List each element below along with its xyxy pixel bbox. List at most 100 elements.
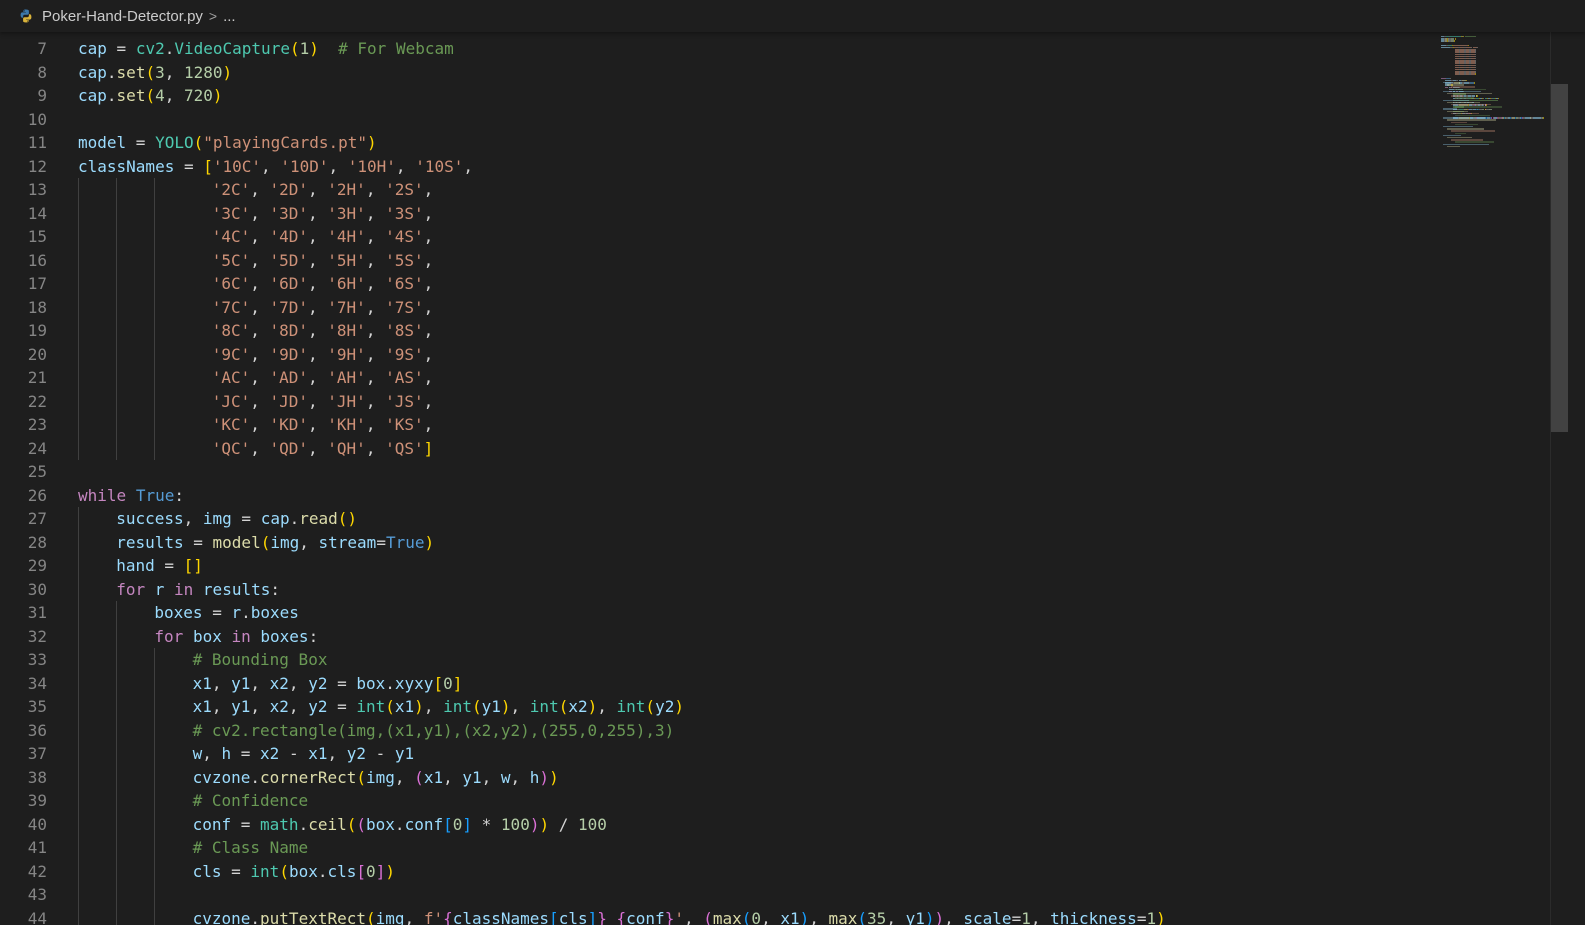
- code-line[interactable]: 15 '4C', '4D', '4H', '4S',: [0, 225, 1450, 249]
- code-line[interactable]: 38 cvzone.cornerRect(img, (x1, y1, w, h)): [0, 765, 1450, 789]
- code-line[interactable]: 26 while True:: [0, 484, 1450, 508]
- code-line[interactable]: 34 x1, y1, x2, y2 = box.xyxy[0]: [0, 671, 1450, 695]
- breadcrumb-file[interactable]: Poker-Hand-Detector.py: [42, 8, 203, 25]
- line-number: 37: [27, 744, 47, 763]
- code-token: (: [741, 908, 752, 925]
- code-line[interactable]: 10: [0, 108, 1450, 132]
- code-token: (): [337, 509, 358, 528]
- minimap-line: [1473, 82, 1475, 84]
- code-token: []: [183, 556, 203, 575]
- indent-guide: [78, 272, 79, 296]
- code-text: results = model(img, stream=True): [116, 531, 434, 555]
- code-token: boxes: [260, 626, 309, 646]
- line-number: 34: [27, 673, 47, 693]
- code-line[interactable]: 35 x1, y1, x2, y2 = int(x1), int(y1), int…: [0, 695, 1450, 719]
- code-token: 'AD': [269, 368, 309, 387]
- code-line[interactable]: 24 'QC', 'QD', 'QH', 'QS']: [0, 436, 1450, 460]
- indent-guide: [116, 436, 118, 460]
- code-line[interactable]: 39 # Confidence: [0, 789, 1450, 813]
- code-token: ,: [365, 227, 386, 246]
- code-token: img: [270, 532, 300, 552]
- code-token: VideoCapture: [174, 39, 290, 58]
- code-line[interactable]: 25: [0, 460, 1450, 484]
- code-line[interactable]: 43: [0, 883, 1450, 907]
- code-token: (: [703, 908, 713, 925]
- code-text: '9C', '9D', '9H', '9S',: [212, 343, 434, 367]
- code-token: =: [174, 156, 204, 176]
- code-line[interactable]: 20 '9C', '9D', '9H', '9S',: [0, 342, 1450, 367]
- code-token: ,: [250, 415, 270, 434]
- minimap[interactable]: [1435, 32, 1550, 925]
- code-line[interactable]: 27 success, img = cap.read(): [0, 507, 1450, 531]
- line-number: 43: [27, 885, 47, 904]
- code-token: cv2: [135, 39, 165, 58]
- minimap-line: [1489, 108, 1492, 110]
- indent-guide: [78, 342, 79, 366]
- code-token: =: [231, 744, 261, 763]
- code-line[interactable]: 8 cap.set(3, 1280): [0, 61, 1450, 85]
- code-token: (: [145, 86, 156, 105]
- code-token: 100: [500, 814, 530, 834]
- code-line[interactable]: 37 w, h = x2 - x1, y2 - y1: [0, 742, 1450, 766]
- code-token: [: [203, 156, 213, 176]
- code-line[interactable]: 33 # Bounding Box: [0, 648, 1450, 672]
- code-line[interactable]: 41 # Class Name: [0, 836, 1450, 860]
- code-line[interactable]: 12 classNames = ['10C', '10D', '10H', '10…: [0, 155, 1450, 179]
- code-line[interactable]: 17 '6C', '6D', '6H', '6S',: [0, 272, 1450, 296]
- code-line[interactable]: 36 # cv2.rectangle(img,(x1,y1),(x2,y2),(2…: [0, 718, 1450, 742]
- code-token: box: [356, 673, 386, 693]
- indent-guide: [116, 178, 118, 202]
- indent-guide: [78, 507, 79, 531]
- code-line[interactable]: 40 conf = math.ceil((box.conf[0] * 100)) …: [0, 812, 1450, 836]
- code-token: ): [1156, 908, 1166, 925]
- code-editor[interactable]: 7 cap = cv2.VideoCapture(1) # For Webcam 8…: [0, 32, 1450, 925]
- code-token: ,: [250, 697, 270, 716]
- code-line[interactable]: 22 'JC', 'JD', 'JH', 'JS',: [0, 389, 1450, 413]
- code-line[interactable]: 30 for r in results:: [0, 577, 1450, 601]
- indent-guide: [78, 859, 79, 883]
- code-line[interactable]: 13 '2C', '2D', '2H', '2S',: [0, 178, 1450, 202]
- code-line[interactable]: 29 hand = []: [0, 554, 1450, 578]
- minimap-line: [1474, 66, 1476, 69]
- code-line[interactable]: 16 '5C', '5D', '5H', '5S',: [0, 248, 1450, 272]
- code-line[interactable]: 11 model = YOLO("playingCards.pt"): [0, 131, 1450, 155]
- code-line[interactable]: 42 cls = int(box.cls[0]): [0, 859, 1450, 883]
- minimap-line: [1452, 44, 1468, 47]
- code-token: y1: [905, 908, 925, 925]
- code-line[interactable]: 14 '3C', '3D', '3H', '3S',: [0, 201, 1450, 225]
- code-token: boxes: [250, 603, 299, 622]
- code-token: ,: [423, 391, 434, 411]
- code-line[interactable]: 19 '8C', '8D', '8H', '8S',: [0, 319, 1450, 343]
- indent-guide: [116, 836, 118, 860]
- indent-guide: [116, 742, 118, 766]
- code-token: YOLO: [155, 133, 194, 152]
- code-token: w: [192, 744, 203, 763]
- code-token: ,: [308, 368, 328, 387]
- code-line[interactable]: 44 cvzone.putTextRect(img, f'{classNames[…: [0, 906, 1450, 925]
- code-line[interactable]: 23 'KC', 'KD', 'KH', 'KS',: [0, 413, 1450, 437]
- indent-guide: [116, 272, 118, 296]
- minimap-line: [1447, 128, 1484, 130]
- code-token: 100: [578, 814, 607, 834]
- code-line[interactable]: 32 for box in boxes:: [0, 624, 1450, 648]
- code-line[interactable]: 21 'AC', 'AD', 'AH', 'AS',: [0, 366, 1450, 390]
- code-line[interactable]: 31 boxes = r.boxes: [0, 601, 1450, 625]
- code-token: ,: [308, 180, 328, 199]
- code-line[interactable]: 28 results = model(img, stream=True): [0, 530, 1450, 555]
- code-line[interactable]: 18 '7C', '7D', '7H', '7S',: [0, 295, 1450, 319]
- code-token: y2: [655, 697, 675, 716]
- code-token: ): [934, 908, 945, 925]
- code-token: thickness: [1050, 908, 1137, 925]
- code-line[interactable]: 7 cap = cv2.VideoCapture(1) # For Webcam: [0, 37, 1450, 61]
- code-text: cvzone.putTextRect(img, f'{classNames[cl…: [193, 907, 1166, 925]
- code-line[interactable]: 9 cap.set(4, 720): [0, 84, 1450, 108]
- code-token: ,: [183, 509, 203, 528]
- code-token: box: [288, 861, 318, 881]
- code-token: ,: [809, 908, 829, 925]
- scrollbar-thumb[interactable]: [1551, 84, 1568, 432]
- breadcrumb-more[interactable]: ...: [223, 8, 236, 25]
- code-text: '6C', '6D', '6H', '6S',: [212, 272, 434, 296]
- indent-guide: [78, 648, 79, 672]
- minimap-line: [1443, 117, 1485, 119]
- code-token: 1: [1021, 908, 1031, 925]
